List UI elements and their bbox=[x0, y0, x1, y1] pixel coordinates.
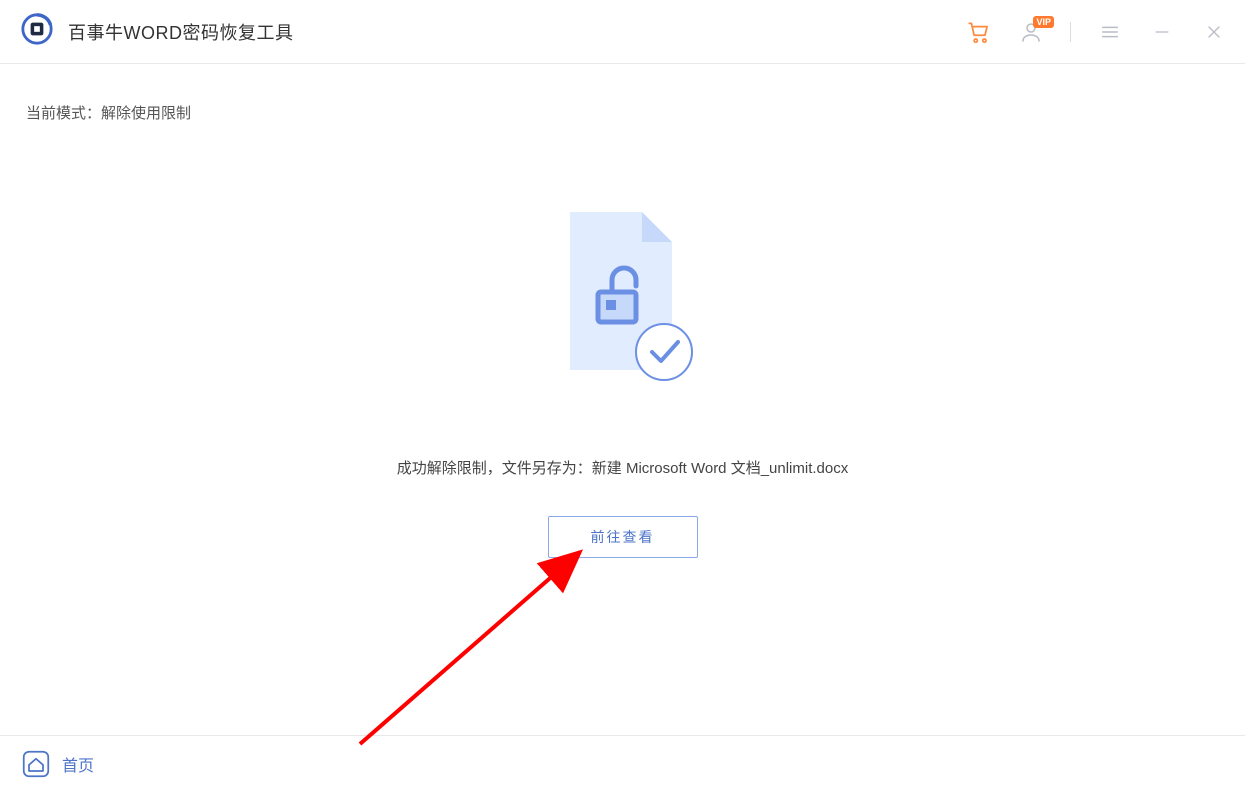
cart-button[interactable] bbox=[966, 19, 992, 45]
titlebar-actions: VIP bbox=[966, 19, 1227, 45]
app-title: 百事牛WORD密码恢复工具 bbox=[68, 19, 294, 45]
app-brand: 百事牛WORD密码恢复工具 bbox=[20, 12, 294, 51]
work-area: 当前模式：解除使用限制 成功解除限制，文件另存为：新建 Microsoft Wo… bbox=[0, 64, 1245, 735]
result-message: 成功解除限制，文件另存为：新建 Microsoft Word 文档_unlimi… bbox=[397, 457, 848, 478]
unlocked-document-illustration bbox=[538, 202, 708, 407]
cart-icon bbox=[966, 19, 992, 45]
home-label: 首页 bbox=[62, 752, 94, 776]
home-icon bbox=[22, 750, 50, 778]
menu-button[interactable] bbox=[1097, 19, 1123, 45]
minimize-button[interactable] bbox=[1149, 19, 1175, 45]
vip-badge: VIP bbox=[1033, 16, 1054, 28]
close-icon bbox=[1204, 22, 1224, 42]
saved-filename: 新建 Microsoft Word 文档_unlimit.docx bbox=[592, 460, 848, 477]
menu-icon bbox=[1099, 21, 1121, 43]
home-button[interactable]: 首页 bbox=[22, 750, 94, 778]
minimize-icon bbox=[1152, 22, 1172, 42]
close-button[interactable] bbox=[1201, 19, 1227, 45]
footer: 首页 bbox=[0, 735, 1245, 791]
titlebar-separator bbox=[1070, 22, 1071, 42]
result-prefix: 成功解除限制，文件另存为： bbox=[397, 460, 592, 477]
account-button[interactable]: VIP bbox=[1018, 19, 1044, 45]
titlebar: 百事牛WORD密码恢复工具 VIP bbox=[0, 0, 1245, 64]
view-file-button[interactable]: 前往查看 bbox=[548, 516, 698, 558]
app-logo-icon bbox=[20, 12, 54, 51]
result-panel: 成功解除限制，文件另存为：新建 Microsoft Word 文档_unlimi… bbox=[0, 64, 1245, 735]
